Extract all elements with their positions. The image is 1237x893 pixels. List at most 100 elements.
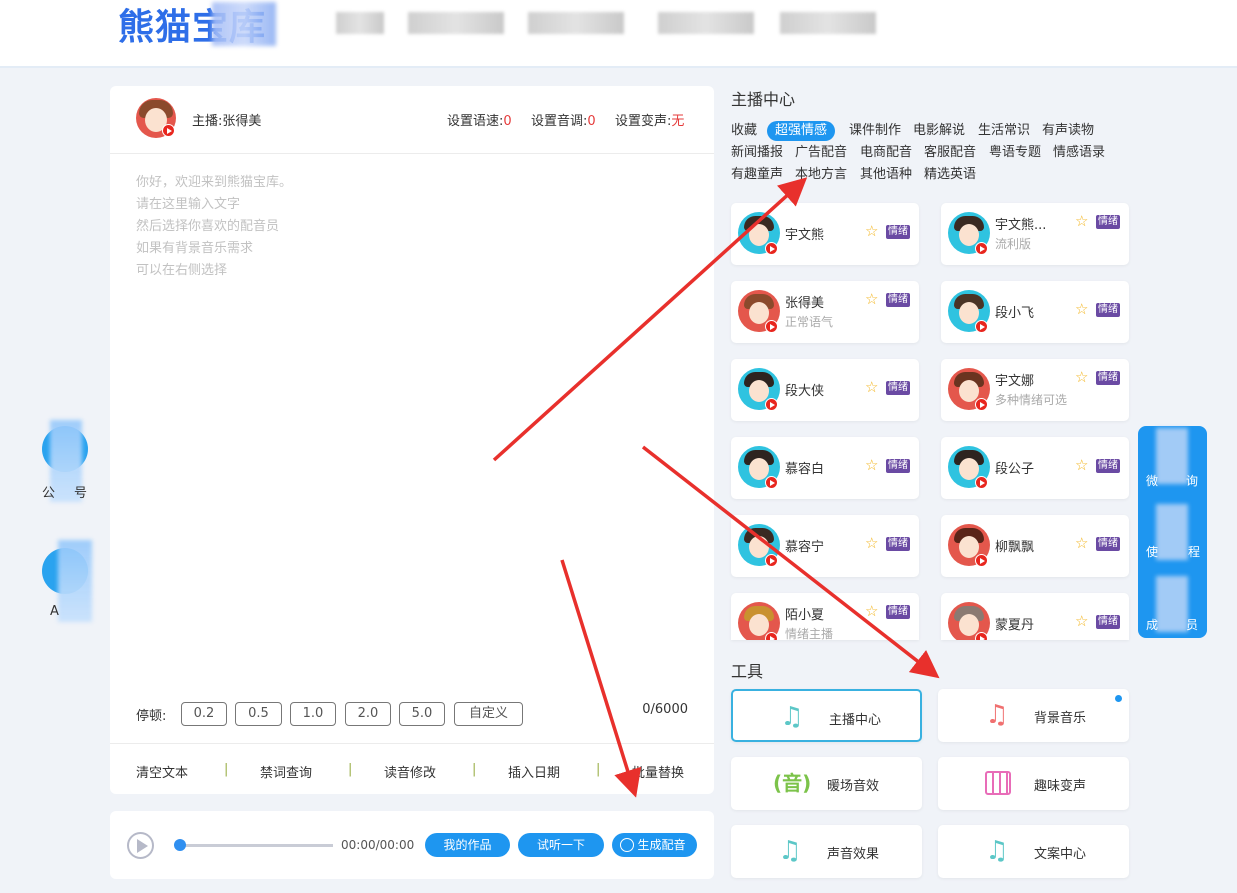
music-note-icon: ♫ [985, 700, 1009, 730]
category-tab[interactable]: 电商配音 [860, 142, 912, 164]
category-tab[interactable]: 收藏 [731, 120, 757, 142]
preview-button[interactable]: 试听一下 [518, 833, 604, 857]
star-icon[interactable]: ☆ [865, 290, 878, 308]
category-tab-active[interactable]: 超强情感 [767, 121, 836, 141]
tool-anchor-center[interactable]: ♫ 主播中心 [731, 689, 922, 742]
voice-name: 段公子 [995, 462, 1035, 477]
tool-copywriting-center[interactable]: ♫ 文案中心 [938, 825, 1129, 878]
play-icon[interactable] [975, 242, 988, 255]
category-tab[interactable]: 本地方言 [795, 164, 847, 186]
generate-audio-button[interactable]: 生成配音 [612, 833, 697, 857]
play-icon[interactable] [765, 320, 778, 333]
voice-subtitle: 正常语气 [785, 315, 834, 329]
category-tab[interactable]: 新闻播报 [731, 142, 783, 164]
progress-track[interactable] [180, 844, 333, 847]
play-button[interactable] [127, 832, 154, 859]
placeholder-line: 然后选择你喜欢的配音员 [136, 219, 280, 234]
voice-card[interactable]: 慕容白 ☆ 情绪 [731, 437, 919, 499]
pronunciation-edit-button[interactable]: 读音修改 [384, 762, 436, 781]
play-icon[interactable] [975, 398, 988, 411]
nav-item-blurred-4[interactable] [658, 12, 754, 34]
play-icon[interactable] [975, 476, 988, 489]
star-icon[interactable]: ☆ [1075, 368, 1088, 386]
float-item-label[interactable]: 成 [1146, 616, 1158, 633]
voice-card[interactable]: 慕容宁 ☆ 情绪 [731, 515, 919, 577]
category-tab[interactable]: 其他语种 [860, 164, 912, 186]
voice-card[interactable]: 宇文娜 多种情绪可选 ☆ 情绪 [941, 359, 1129, 421]
star-icon[interactable]: ☆ [865, 534, 878, 552]
insert-date-button[interactable]: 插入日期 [508, 762, 560, 781]
pause-1.0-button[interactable]: 1.0 [290, 702, 336, 726]
float-item-label[interactable]: 员 [1186, 616, 1198, 633]
play-icon[interactable] [975, 320, 988, 333]
nav-item-blurred-5[interactable] [780, 12, 876, 34]
category-tab[interactable]: 精选英语 [924, 164, 976, 186]
star-icon[interactable]: ☆ [1075, 612, 1088, 630]
category-tab[interactable]: 课件制作 [849, 120, 901, 142]
play-icon[interactable] [765, 476, 778, 489]
placeholder-line: 请在这里输入文字 [136, 197, 241, 212]
star-icon[interactable]: ☆ [865, 602, 878, 620]
tool-warmup-sfx[interactable]: (音) 暖场音效 [731, 757, 922, 810]
pause-2.0-button[interactable]: 2.0 [345, 702, 391, 726]
tool-voice-changer[interactable]: 趣味变声 [938, 757, 1129, 810]
category-tab[interactable]: 情感语录 [1053, 142, 1105, 164]
play-icon[interactable] [765, 398, 778, 411]
voice-name: 慕容白 [785, 462, 825, 477]
nav-item-blurred-2[interactable] [408, 12, 504, 34]
pitch-setting[interactable]: 设置音调:0 [531, 110, 596, 129]
star-icon[interactable]: ☆ [865, 456, 878, 474]
float-item-label[interactable]: 程 [1188, 543, 1200, 560]
play-icon[interactable] [162, 124, 175, 137]
voice-card[interactable]: 宇文熊... 流利版 ☆ 情绪 [941, 203, 1129, 265]
voice-card[interactable]: 宇文熊 ☆ 情绪 [731, 203, 919, 265]
star-icon[interactable]: ☆ [1075, 534, 1088, 552]
category-tab[interactable]: 生活常识 [978, 120, 1030, 142]
banned-word-check-button[interactable]: 禁词查询 [260, 762, 312, 781]
progress-knob[interactable] [174, 839, 186, 851]
tool-label: 暖场音效 [827, 779, 880, 794]
emotion-tag: 情绪 [1096, 459, 1120, 473]
category-tab[interactable]: 客服配音 [924, 142, 976, 164]
float-item-label[interactable]: 使 [1146, 543, 1158, 560]
voice-card[interactable]: 柳飘飘 ☆ 情绪 [941, 515, 1129, 577]
pause-0.5-button[interactable]: 0.5 [235, 702, 282, 726]
category-tab[interactable]: 电影解说 [913, 120, 965, 142]
play-icon[interactable] [975, 554, 988, 567]
voice-card[interactable]: 段小飞 ☆ 情绪 [941, 281, 1129, 343]
tool-background-music[interactable]: ♫ 背景音乐 [938, 689, 1129, 742]
pause-0.2-button[interactable]: 0.2 [181, 702, 227, 726]
voice-card[interactable]: 陌小夏 情绪主播 ☆ 情绪 [731, 593, 919, 640]
tool-sound-effects[interactable]: ♫ 声音效果 [731, 825, 922, 878]
my-works-button[interactable]: 我的作品 [425, 833, 510, 857]
star-icon[interactable]: ☆ [865, 378, 878, 396]
star-icon[interactable]: ☆ [1075, 300, 1088, 318]
category-tab[interactable]: 粤语专题 [989, 142, 1041, 164]
voice-card[interactable]: 蒙夏丹 ☆ 情绪 [941, 593, 1129, 640]
play-icon[interactable] [765, 554, 778, 567]
star-icon[interactable]: ☆ [1075, 456, 1088, 474]
clear-text-button[interactable]: 清空文本 [136, 762, 188, 781]
speed-setting[interactable]: 设置语速:0 [447, 110, 512, 129]
category-tab[interactable]: 广告配音 [795, 142, 847, 164]
voice-card[interactable]: 张得美 正常语气 ☆ 情绪 [731, 281, 919, 343]
float-item-label[interactable]: 询 [1186, 472, 1198, 489]
float-item-label[interactable]: 微 [1146, 472, 1158, 489]
voice-change-setting[interactable]: 设置变声:无 [615, 110, 684, 129]
pause-5.0-button[interactable]: 5.0 [399, 702, 445, 726]
voice-card[interactable]: 段大侠 ☆ 情绪 [731, 359, 919, 421]
batch-replace-button[interactable]: 批量替换 [632, 762, 684, 781]
category-tab[interactable]: 有趣童声 [731, 164, 783, 186]
category-tab[interactable]: 有声读物 [1042, 120, 1094, 142]
emotion-tag: 情绪 [1096, 615, 1120, 629]
star-icon[interactable]: ☆ [865, 222, 878, 240]
play-icon[interactable] [765, 632, 778, 640]
pause-custom-button[interactable]: 自定义 [454, 702, 523, 726]
star-icon[interactable]: ☆ [1075, 212, 1088, 230]
play-icon[interactable] [975, 632, 988, 640]
text-input-area[interactable]: 你好，欢迎来到熊猫宝库。 请在这里输入文字 然后选择你喜欢的配音员 如果有背景音… [136, 172, 292, 282]
nav-item-blurred-1[interactable] [336, 12, 384, 34]
voice-card[interactable]: 段公子 ☆ 情绪 [941, 437, 1129, 499]
nav-item-blurred-3[interactable] [528, 12, 624, 34]
play-icon[interactable] [765, 242, 778, 255]
